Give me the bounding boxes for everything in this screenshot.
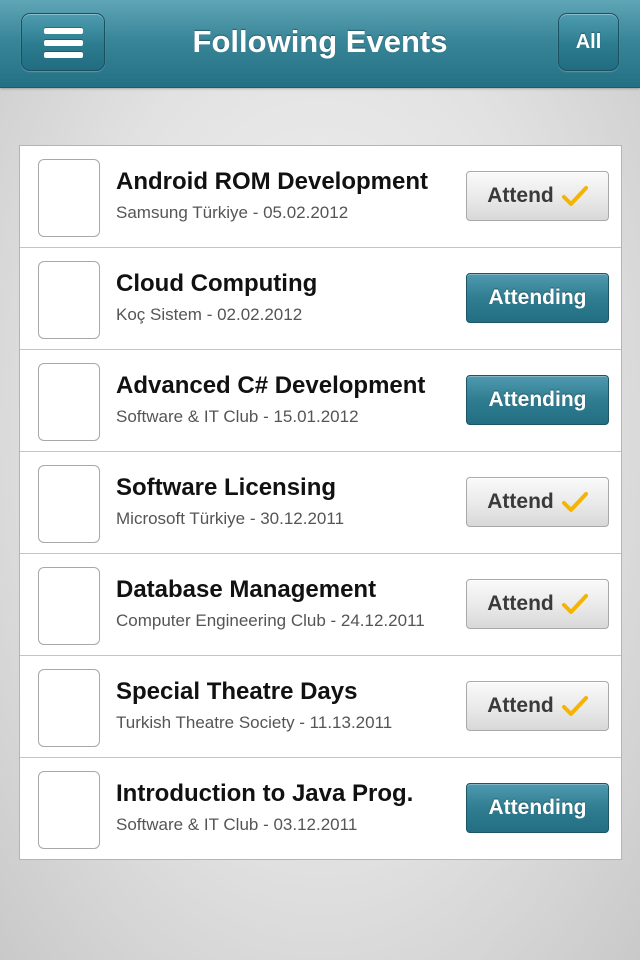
event-thumbnail [38, 465, 100, 543]
attend-button-label: Attend [487, 592, 554, 615]
event-title: Advanced C# Development [116, 372, 426, 399]
event-title: Database Management [116, 576, 377, 603]
attending-button-label: Attending [488, 286, 587, 309]
checkmark-icon [561, 186, 588, 206]
checkmark-icon [561, 492, 588, 512]
event-thumbnail [38, 159, 100, 237]
attend-button-label: Attend [487, 184, 554, 207]
checkmark-icon [561, 594, 588, 614]
event-subtitle: Turkish Theatre Society - 11.13.2011 [116, 713, 393, 732]
list-item[interactable]: Software Licensing Microsoft Türkiye - 3… [20, 452, 621, 554]
page-title: Following Events [192, 24, 448, 59]
events-list: Android ROM Development Samsung Türkiye … [19, 145, 622, 860]
attending-button[interactable]: Attending [466, 783, 609, 833]
attend-button[interactable]: Attend [466, 477, 609, 527]
event-subtitle: Samsung Türkiye - 05.02.2012 [116, 203, 349, 222]
event-thumbnail [38, 567, 100, 645]
attend-button[interactable]: Attend [466, 681, 609, 731]
list-item[interactable]: Introduction to Java Prog. Software & IT… [20, 758, 621, 859]
list-item[interactable]: Cloud Computing Koç Sistem - 02.02.2012 … [20, 248, 621, 350]
attending-button-label: Attending [488, 388, 587, 411]
event-thumbnail [38, 771, 100, 849]
event-title: Android ROM Development [116, 168, 429, 195]
all-events-button[interactable]: All [558, 13, 619, 71]
list-item[interactable]: Android ROM Development Samsung Türkiye … [20, 146, 621, 248]
event-subtitle: Koç Sistem - 02.02.2012 [116, 305, 303, 324]
event-thumbnail [38, 261, 100, 339]
attending-button[interactable]: Attending [466, 375, 609, 425]
event-thumbnail [38, 363, 100, 441]
nav-bar: Following Events All [0, 0, 640, 88]
attending-button[interactable]: Attending [466, 273, 609, 323]
checkmark-icon [561, 696, 588, 716]
event-subtitle: Software & IT Club - 15.01.2012 [116, 407, 359, 426]
event-thumbnail [38, 669, 100, 747]
event-subtitle: Software & IT Club - 03.12.2011 [116, 815, 358, 834]
list-item[interactable]: Advanced C# Development Software & IT Cl… [20, 350, 621, 452]
attend-button-label: Attend [487, 694, 554, 717]
event-title: Introduction to Java Prog. [116, 780, 414, 807]
event-title: Special Theatre Days [116, 678, 358, 705]
list-item[interactable]: Special Theatre Days Turkish Theatre Soc… [20, 656, 621, 758]
event-title: Software Licensing [116, 474, 337, 501]
attend-button[interactable]: Attend [466, 579, 609, 629]
event-subtitle: Microsoft Türkiye - 30.12.2011 [116, 509, 345, 528]
event-title: Cloud Computing [116, 270, 318, 297]
event-subtitle: Computer Engineering Club - 24.12.2011 [116, 611, 425, 630]
list-item[interactable]: Database Management Computer Engineering… [20, 554, 621, 656]
attending-button-label: Attending [488, 796, 587, 819]
attend-button[interactable]: Attend [466, 171, 609, 221]
attend-button-label: Attend [487, 490, 554, 513]
